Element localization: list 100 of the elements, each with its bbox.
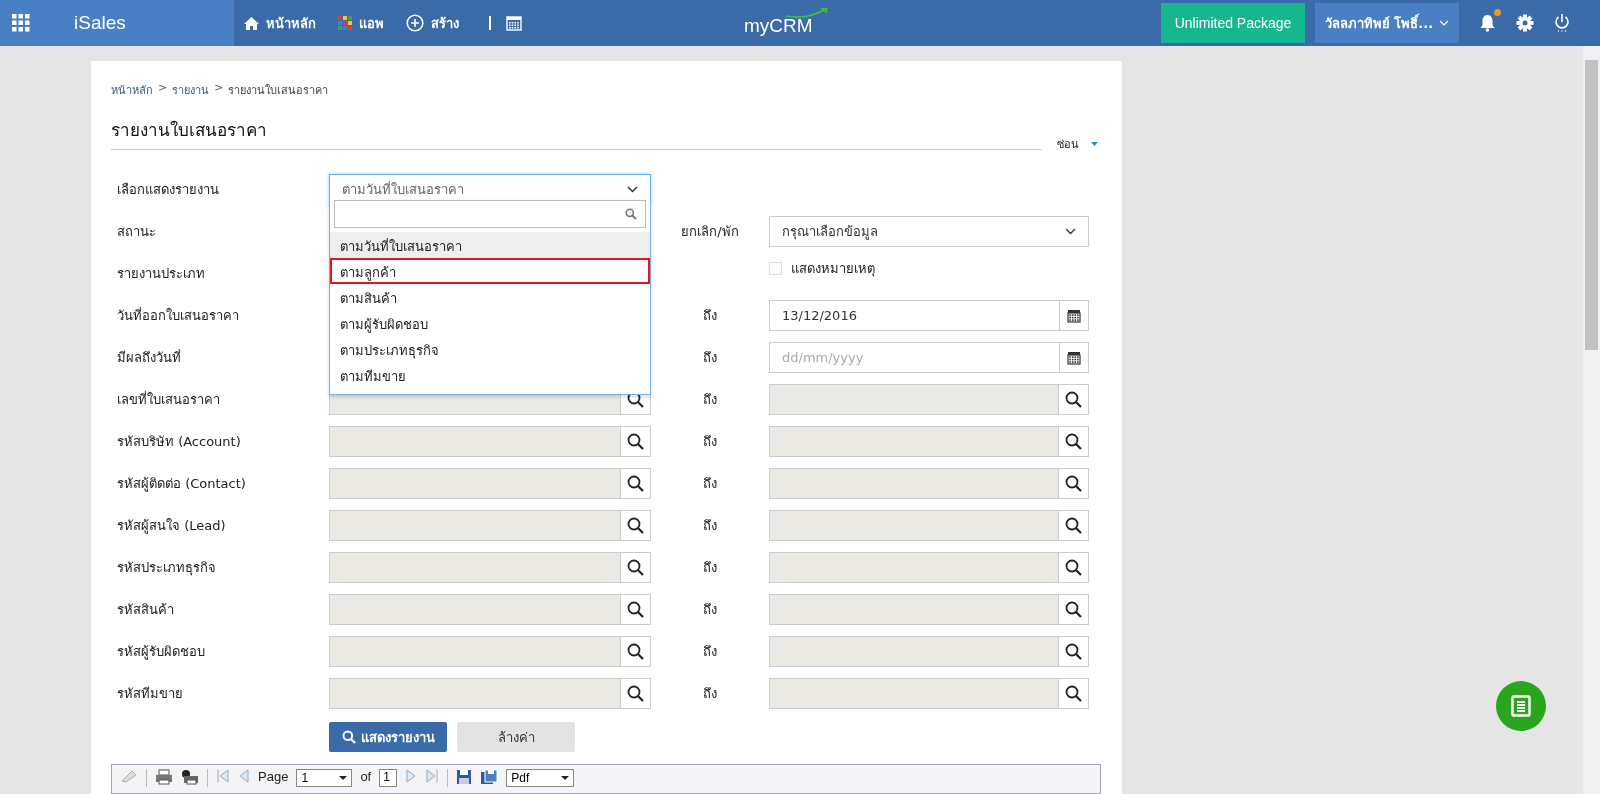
field-label: ถึง [703,518,717,533]
clear-button[interactable]: ล้างค่า [457,722,575,752]
show-report-button[interactable]: แสดงรายงาน [329,722,447,752]
lookup-field[interactable] [769,678,1089,709]
search-button[interactable] [620,679,650,708]
search-button[interactable] [620,427,650,456]
lookup-field[interactable] [769,636,1089,667]
lookup-field[interactable] [769,510,1089,541]
search-button[interactable] [1058,511,1088,540]
search-button[interactable] [1058,637,1088,666]
search-icon [1065,475,1082,492]
document-icon [1511,695,1531,717]
field-label: ถึง [703,644,717,659]
apps-icon [338,16,352,30]
user-menu[interactable]: วัลลภาทิพย์ โพธิ์... [1315,3,1459,43]
lookup-field[interactable] [329,636,651,667]
calendar-icon [506,15,522,31]
checkbox-label: แสดงหมายเหตุ [791,260,875,279]
menu-icon[interactable] [12,14,30,32]
search-icon [1065,517,1082,534]
search-button[interactable] [620,637,650,666]
dropdown-option[interactable]: ตามประเภทธุรกิจ [330,336,650,362]
field-label: ถึง [703,602,717,617]
save-icon[interactable] [480,769,499,785]
lookup-field[interactable] [769,552,1089,583]
calendar-button[interactable] [1059,342,1089,373]
dropdown-option[interactable]: ตามสินค้า [330,284,650,310]
calendar-button[interactable] [1059,300,1089,331]
lookup-field[interactable] [329,468,651,499]
chevron-down-icon [1065,228,1076,235]
dropdown-option[interactable]: ตามทีมขาย [330,362,650,388]
search-icon [627,601,644,618]
field-label: ถึง [703,392,717,407]
search-icon [627,433,644,450]
field-label: มีผลถึงวันที่ [116,348,182,367]
search-button[interactable] [620,511,650,540]
lookup-field[interactable] [329,552,651,583]
dropdown-option[interactable]: ตามลูกค้า [330,258,650,284]
lookup-field[interactable] [769,594,1089,625]
search-button[interactable] [620,595,650,624]
lookup-field[interactable] [329,594,651,625]
status-select[interactable]: กรุณาเลือกข้อมูล [769,216,1089,247]
lookup-field[interactable] [329,678,651,709]
search-icon [1065,643,1082,660]
date-field[interactable]: 13/12/2016 [769,300,1059,331]
lookup-field[interactable] [769,426,1089,457]
search-icon [625,208,637,220]
bell-icon[interactable] [1479,14,1496,32]
lookup-field[interactable] [769,384,1089,415]
nav-link[interactable]: แอพ [338,12,384,34]
format-select[interactable]: Pdf [506,769,575,787]
field-label: ยกเลิก/พัก [681,224,739,239]
search-icon [341,730,356,744]
page-title: รายงานใบเสนอราคา [111,119,267,142]
save-icon[interactable] [456,769,473,785]
power-icon[interactable] [1554,13,1570,33]
of-label: of [360,769,372,784]
field-label: รหัสผู้สนใจ (Lead) [116,517,227,536]
field-label: เลือกแสดงรายงาน [116,181,220,199]
checkbox[interactable] [769,262,782,275]
search-button[interactable] [620,469,650,498]
search-button[interactable] [1058,553,1088,582]
page-total-field: 1 [379,769,398,787]
lookup-field[interactable] [329,510,651,541]
search-button[interactable] [620,553,650,582]
field-label: ถึง [703,686,717,701]
collapse-link[interactable]: ซ่อน [1057,135,1098,153]
field-label: รายงานประเภท [116,265,206,283]
search-button[interactable] [1058,385,1088,414]
field-label: รหัสสินค้า [116,601,175,619]
date-field[interactable]: dd/mm/yyyy [769,342,1059,373]
lookup-field[interactable] [769,468,1089,499]
nav-link[interactable]: สร้าง [406,12,459,34]
lookup-field[interactable] [329,426,651,457]
notes-button[interactable] [1496,681,1546,731]
field-label: ถึง [703,560,717,575]
app-name: iSales [74,12,126,34]
calendar-icon [1067,350,1081,365]
field-label: รหัสผู้ติดต่อ (Contact) [116,475,247,494]
search-button[interactable] [1058,679,1088,708]
caret-icon [339,776,348,780]
breadcrumb-link[interactable]: หน้าหลัก [111,81,153,99]
dropdown-option[interactable]: ตามวันที่ใบเสนอราคา [330,232,650,258]
breadcrumb-link[interactable]: รายงานใบเสนอราคา [228,81,329,99]
search-field[interactable] [334,200,646,228]
search-button[interactable] [1058,469,1088,498]
printer-icon[interactable] [181,769,199,785]
page-select[interactable]: 1 [296,769,353,787]
search-button[interactable] [1058,595,1088,624]
dropdown-option[interactable]: ตามผู้รับผิดชอบ [330,310,650,336]
field-label: รหัสประเภทธุรกิจ [116,559,217,578]
field-label: วันที่ออกใบเสนอราคา [116,306,240,325]
search-icon [1065,433,1082,450]
search-icon [1065,685,1082,702]
settings-icon[interactable] [1516,14,1534,32]
search-button[interactable] [1058,427,1088,456]
plus-circle-icon [406,14,424,32]
field-label: ถึง [703,308,717,323]
breadcrumb-link[interactable]: รายงาน [172,81,210,99]
nav-link[interactable]: หน้าหลัก [244,12,316,34]
